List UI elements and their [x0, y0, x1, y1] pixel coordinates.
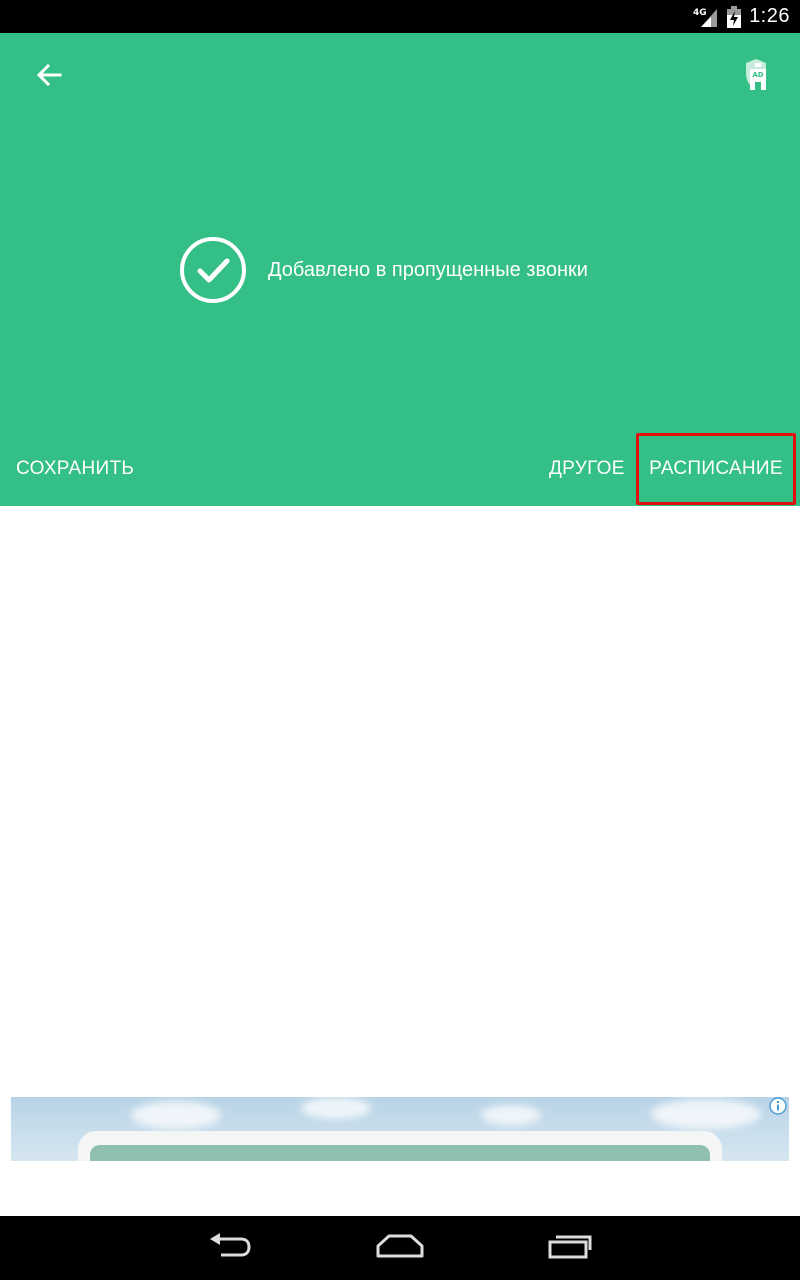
- ad-card: [78, 1131, 722, 1161]
- save-button[interactable]: СОХРАНИТЬ: [16, 433, 134, 505]
- ad-cloud: [481, 1105, 541, 1125]
- ad-block-icon: AD: [741, 58, 771, 97]
- arrow-left-icon: [36, 63, 62, 91]
- ad-block-badge: AD: [752, 71, 763, 79]
- navigation-bar: [0, 1216, 800, 1280]
- nav-recents-icon: [547, 1233, 593, 1264]
- other-button[interactable]: ДРУГОЕ: [549, 433, 625, 505]
- signal-icon: 4G: [693, 6, 719, 28]
- battery-icon: [727, 5, 742, 28]
- ad-cloud: [131, 1101, 221, 1129]
- ad-banner[interactable]: [11, 1097, 789, 1161]
- nav-home-button[interactable]: [350, 1216, 450, 1280]
- ad-cloud: [301, 1097, 371, 1119]
- nav-back-icon: [207, 1232, 253, 1264]
- nav-home-icon: [375, 1233, 425, 1264]
- status-time: 1:26: [749, 5, 790, 27]
- info-icon: [769, 1097, 787, 1120]
- confirmation-text: Добавлено в пропущенные звонки: [268, 258, 588, 281]
- confirmation-message: Добавлено в пропущенные звонки: [180, 235, 588, 305]
- network-type-label: 4G: [693, 8, 707, 18]
- check-circle-icon: [180, 237, 246, 303]
- ad-block-button[interactable]: AD: [738, 57, 774, 97]
- ad-cloud: [651, 1099, 761, 1129]
- nav-recents-button[interactable]: [520, 1216, 620, 1280]
- nav-back-button[interactable]: [180, 1216, 280, 1280]
- status-bar: 4G 1:26: [0, 0, 800, 33]
- back-button[interactable]: [24, 55, 74, 99]
- ad-card-inner: [90, 1145, 710, 1161]
- ad-info-button[interactable]: [767, 1097, 789, 1119]
- header: AD Добавлено в пропущенные звонки СОХРАН…: [0, 33, 800, 506]
- status-icons: 4G 1:26: [693, 0, 790, 33]
- schedule-button[interactable]: РАСПИСАНИЕ: [636, 433, 796, 505]
- action-bar: СОХРАНИТЬ ДРУГОЕ РАСПИСАНИЕ: [0, 433, 800, 505]
- screen: 4G 1:26 AD Добавлено в пропущенные звонк…: [0, 0, 800, 1280]
